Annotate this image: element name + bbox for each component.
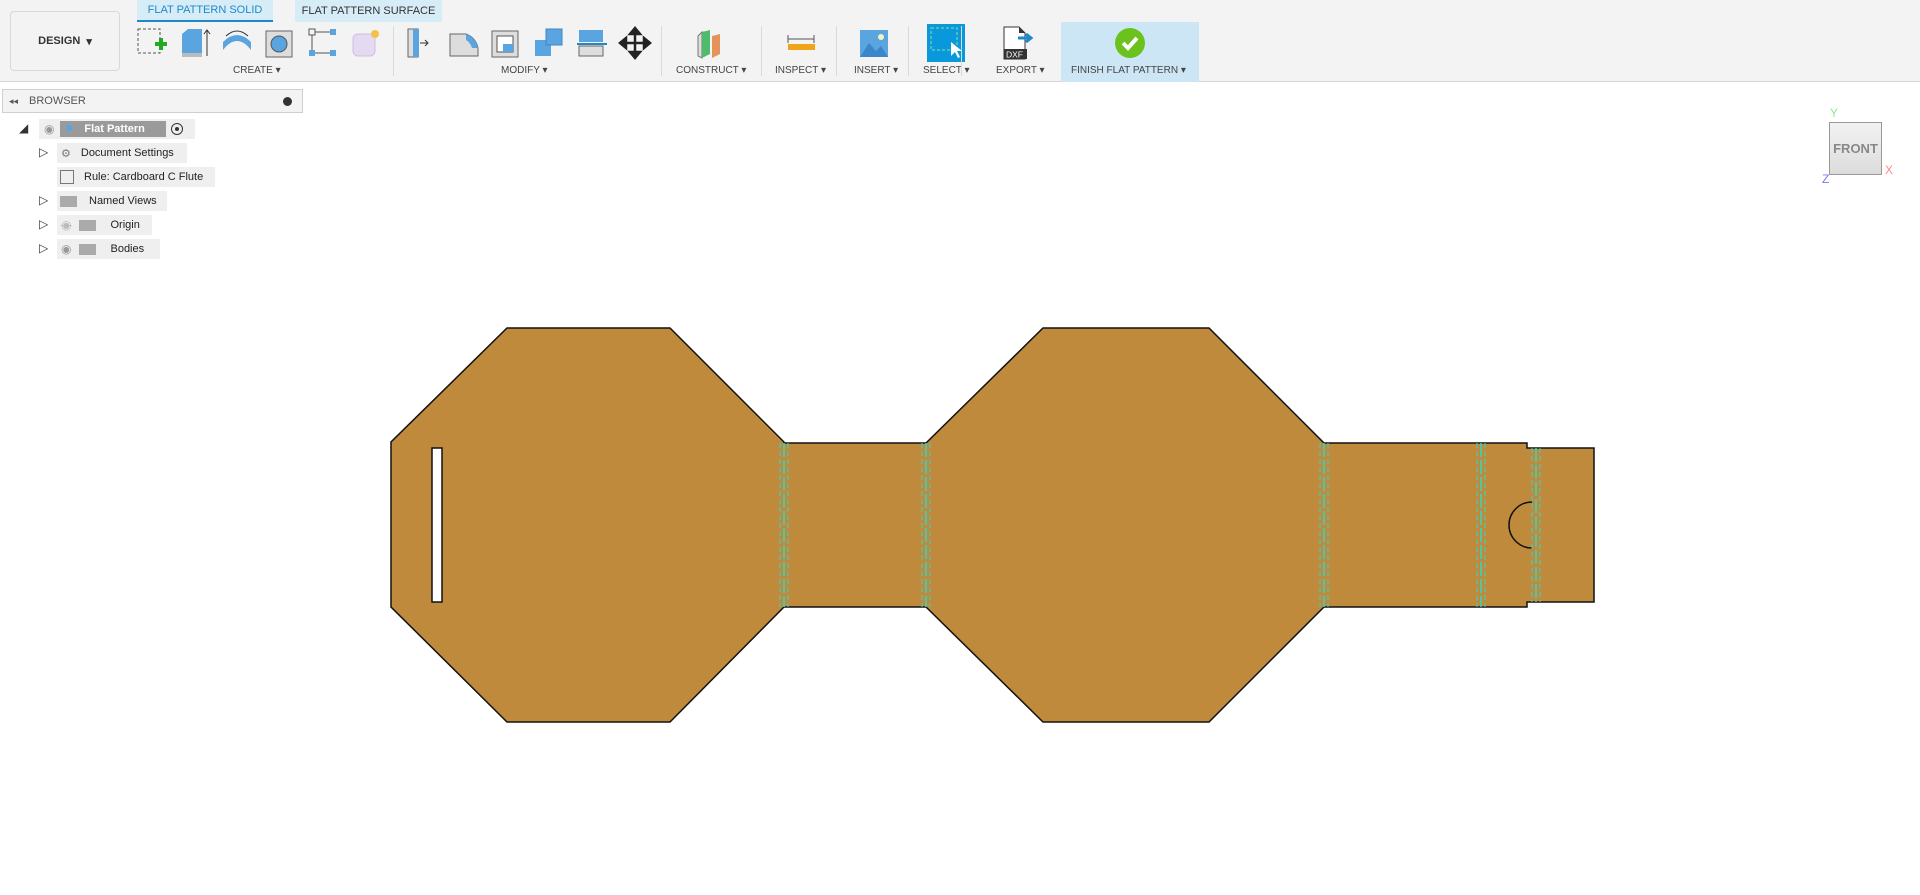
slot-cutout	[431, 447, 443, 603]
flat-pattern-body[interactable]	[390, 327, 1595, 723]
flat-pattern-canvas[interactable]	[0, 0, 1920, 895]
